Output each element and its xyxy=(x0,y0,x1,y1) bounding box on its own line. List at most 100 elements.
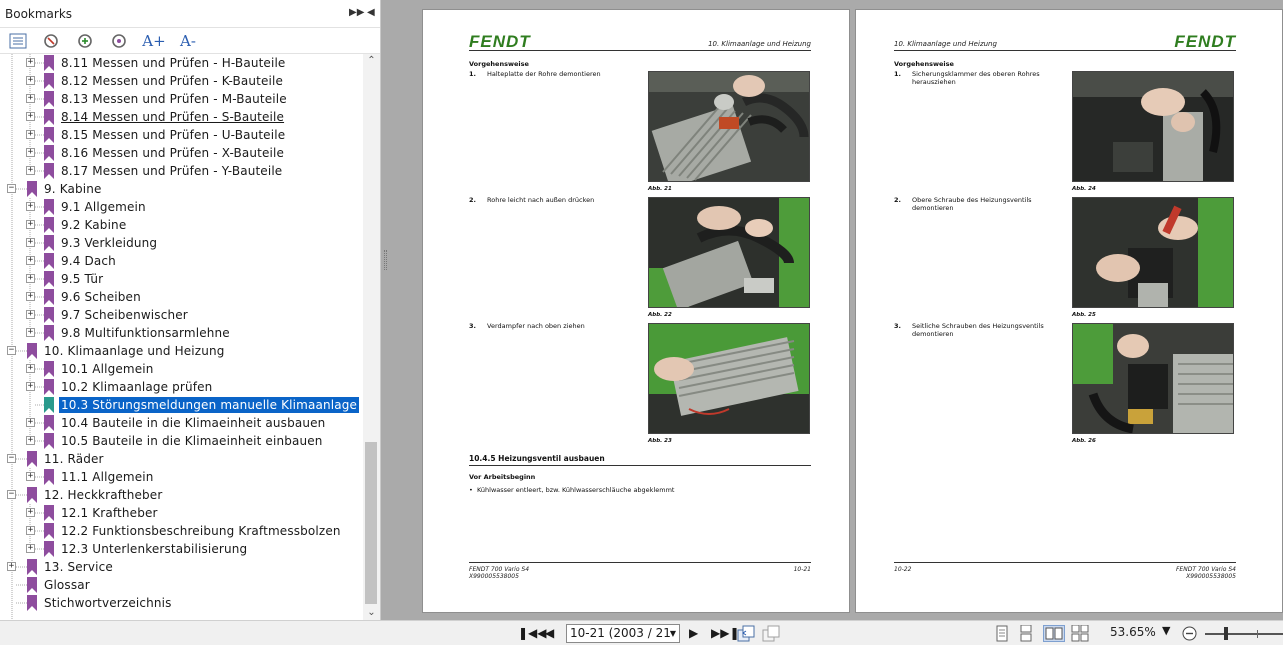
expand-icon[interactable]: + xyxy=(26,256,35,265)
decrease-text-size-icon[interactable]: A- xyxy=(178,31,198,51)
continuous-facing-view-icon[interactable] xyxy=(1071,624,1089,642)
bookmark-item[interactable]: +8.12 Messen und Prüfen - K-Bauteile xyxy=(26,72,285,90)
bookmark-item[interactable]: +9.3 Verkleidung xyxy=(26,234,159,252)
bookmark-item[interactable]: − 9. Kabine xyxy=(7,180,104,198)
bookmark-item[interactable]: +9.2 Kabine xyxy=(26,216,128,234)
expand-icon[interactable]: + xyxy=(26,76,35,85)
expand-icon[interactable]: + xyxy=(7,562,16,571)
zoom-out-icon[interactable] xyxy=(1181,625,1199,642)
bookmark-item[interactable]: − 11. Räder xyxy=(7,450,106,468)
scroll-thumb[interactable] xyxy=(365,442,377,604)
expand-icon[interactable]: + xyxy=(26,472,35,481)
previous-view-icon[interactable] xyxy=(737,625,755,642)
facing-view-icon[interactable] xyxy=(1043,625,1065,642)
expand-icon[interactable]: + xyxy=(26,526,35,535)
bookmark-icon xyxy=(44,523,54,539)
figure-caption: Abb. 25 xyxy=(1072,312,1096,318)
step-text: Verdampfer nach oben ziehen xyxy=(487,322,585,330)
expand-icon[interactable]: + xyxy=(26,202,35,211)
subsection-rule xyxy=(469,465,811,466)
zoom-level[interactable]: 53.65% xyxy=(1110,625,1156,639)
previous-page-icon[interactable]: ◀ xyxy=(545,626,554,642)
delete-bookmark-icon[interactable] xyxy=(42,31,62,51)
bookmark-item[interactable]: +13. Service xyxy=(7,558,115,576)
panel-resize-handle[interactable] xyxy=(384,250,387,270)
bookmark-item[interactable]: +8.17 Messen und Prüfen - Y-Bauteile xyxy=(26,162,284,180)
collapse-icon[interactable]: − xyxy=(7,184,16,193)
last-page-icon[interactable]: ▶▶❚ xyxy=(711,626,740,642)
zoom-slider-track[interactable] xyxy=(1205,633,1283,635)
bookmark-item[interactable]: +10.1 Allgemein xyxy=(26,360,156,378)
bookmark-item[interactable]: +9.8 Multifunktionsarmlehne xyxy=(26,324,232,342)
scroll-up-icon[interactable]: ⌃ xyxy=(363,54,380,68)
bookmark-item[interactable]: +8.16 Messen und Prüfen - X-Bauteile xyxy=(26,144,286,162)
bookmark-icon xyxy=(44,505,54,521)
expand-icon[interactable]: + xyxy=(26,58,35,67)
expand-icon[interactable]: + xyxy=(26,94,35,103)
bookmark-item[interactable]: +12.3 Unterlenkerstabilisierung xyxy=(26,540,249,558)
bookmark-item[interactable]: − 12. Heckkraftheber xyxy=(7,486,164,504)
bookmark-item[interactable]: +12.1 Kraftheber xyxy=(26,504,160,522)
bookmark-item[interactable]: +12.2 Funktionsbeschreibung Kraftmessbol… xyxy=(26,522,343,540)
document-view[interactable]: FENDT 10. Klimaanlage und Heizung Vorgeh… xyxy=(381,0,1283,620)
bookmark-item[interactable]: +10.4 Bauteile in die Klimaeinheit ausba… xyxy=(26,414,327,432)
collapse-icon[interactable]: − xyxy=(7,490,16,499)
expand-icon[interactable]: + xyxy=(26,508,35,517)
bookmark-item[interactable]: 10.3 Störungsmeldungen manuelle Klimaanl… xyxy=(44,396,360,414)
bookmark-properties-icon[interactable] xyxy=(110,31,130,51)
expand-icon[interactable]: + xyxy=(26,382,35,391)
expand-icon[interactable]: + xyxy=(26,418,35,427)
step-number: 2. xyxy=(469,196,476,204)
expand-icon[interactable]: + xyxy=(26,238,35,247)
bookmark-item[interactable]: +10.2 Klimaanlage prüfen xyxy=(26,378,214,396)
collapse-panel-icon[interactable]: ◀ xyxy=(367,7,375,18)
zoom-dropdown-icon[interactable]: ▼ xyxy=(1162,624,1170,640)
next-page-icon[interactable]: ▶ xyxy=(689,626,698,642)
bookmark-item[interactable]: +8.11 Messen und Prüfen - H-Bauteile xyxy=(26,54,287,72)
bookmark-item[interactable]: Glossar xyxy=(27,576,92,594)
expand-icon[interactable]: + xyxy=(26,220,35,229)
expand-icon[interactable]: + xyxy=(26,274,35,283)
zoom-slider-thumb[interactable] xyxy=(1224,627,1228,640)
expand-icon[interactable]: + xyxy=(26,310,35,319)
add-bookmark-icon[interactable] xyxy=(76,31,96,51)
expand-icon[interactable]: + xyxy=(26,148,35,157)
bookmark-item[interactable]: +11.1 Allgemein xyxy=(26,468,156,486)
bookmark-item[interactable]: +9.5 Tür xyxy=(26,270,105,288)
expand-icon[interactable]: + xyxy=(26,292,35,301)
bookmarks-scrollbar[interactable]: ⌃ ⌄ xyxy=(363,54,380,620)
expand-icon[interactable]: + xyxy=(26,130,35,139)
next-view-icon[interactable] xyxy=(762,625,780,642)
bookmark-item[interactable]: +9.4 Dach xyxy=(26,252,118,270)
bookmark-item[interactable]: Stichwortverzeichnis xyxy=(27,594,173,612)
bookmark-item[interactable]: +9.1 Allgemein xyxy=(26,198,148,216)
first-page-icon[interactable]: ❚◀◀ xyxy=(518,626,547,642)
single-page-view-icon[interactable] xyxy=(995,625,1013,642)
bookmark-item[interactable]: − 10. Klimaanlage und Heizung xyxy=(7,342,227,360)
expand-icon[interactable]: + xyxy=(26,436,35,445)
page-number-field[interactable]: 10-21 (2003 / 21 ▼ xyxy=(566,624,680,643)
bookmark-item[interactable]: +9.7 Scheibenwischer xyxy=(26,306,190,324)
collapse-icon[interactable]: − xyxy=(7,346,16,355)
expand-all-icon[interactable] xyxy=(8,31,28,51)
bookmark-label: 9.6 Scheiben xyxy=(61,290,141,304)
options-menu-icon[interactable]: ▶▶ xyxy=(349,7,364,18)
bookmark-item[interactable]: +9.6 Scheiben xyxy=(26,288,143,306)
increase-text-size-icon[interactable]: A+ xyxy=(142,31,165,51)
expand-icon[interactable]: + xyxy=(26,544,35,553)
bookmark-label: 8.17 Messen und Prüfen - Y-Bauteile xyxy=(61,164,283,178)
expand-icon[interactable]: + xyxy=(26,112,35,121)
expand-icon[interactable]: + xyxy=(26,328,35,337)
chevron-down-icon[interactable]: ▼ xyxy=(670,625,676,642)
expand-icon[interactable]: + xyxy=(26,166,35,175)
collapse-icon[interactable]: − xyxy=(7,454,16,463)
bookmark-item[interactable]: +8.14 Messen und Prüfen - S-Bauteile xyxy=(26,108,286,126)
bookmark-icon xyxy=(27,181,37,197)
bookmark-item[interactable]: +10.5 Bauteile in die Klimaeinheit einba… xyxy=(26,432,325,450)
bookmark-item[interactable]: +8.13 Messen und Prüfen - M-Bauteile xyxy=(26,90,289,108)
step-text: Obere Schraube des Heizungsventils demon… xyxy=(912,196,1032,212)
bookmark-item[interactable]: +8.15 Messen und Prüfen - U-Bauteile xyxy=(26,126,287,144)
continuous-view-icon[interactable] xyxy=(1019,624,1037,642)
scroll-down-icon[interactable]: ⌄ xyxy=(363,606,380,620)
expand-icon[interactable]: + xyxy=(26,364,35,373)
